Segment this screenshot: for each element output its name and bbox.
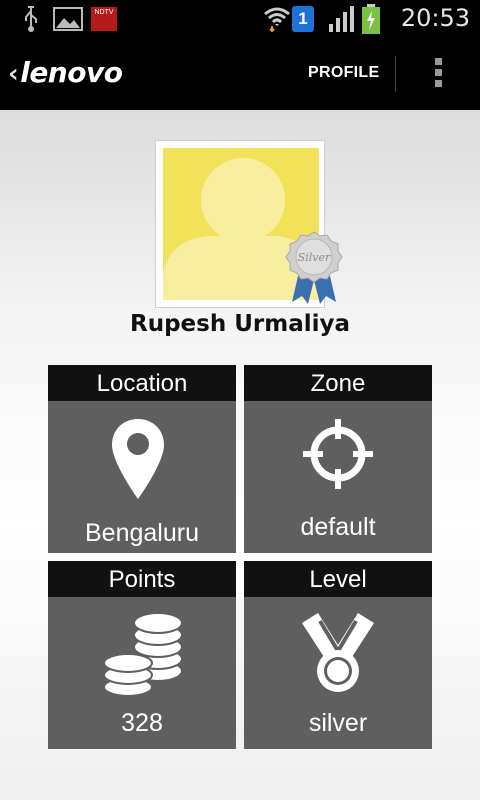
medal-icon xyxy=(302,613,374,692)
points-tile-value: 328 xyxy=(121,709,163,737)
points-tile-header: Points xyxy=(48,561,236,597)
location-tile-value: Bengaluru xyxy=(85,519,199,547)
action-bar: ‹lenovo PROFILE xyxy=(0,38,480,112)
app-home-button[interactable]: ‹lenovo xyxy=(8,56,123,89)
action-bar-divider xyxy=(395,56,396,92)
status-time: 20:53 xyxy=(400,4,470,32)
sim-icon: 1 xyxy=(292,6,314,32)
level-tile-header: Level xyxy=(244,561,432,597)
silver-badge-icon: Silver xyxy=(285,231,343,304)
overflow-menu-icon[interactable] xyxy=(432,58,444,94)
ndtv-app-label: NDTV xyxy=(94,9,114,16)
app-logo: lenovo xyxy=(20,56,123,89)
wifi-icon xyxy=(264,7,290,32)
status-bar: NDTV 1 20:53 xyxy=(0,0,480,38)
points-tile[interactable]: Points 328 xyxy=(48,561,236,749)
crosshair-icon xyxy=(303,419,373,489)
map-pin-icon xyxy=(112,419,164,499)
location-tile[interactable]: Location Bengaluru xyxy=(48,365,236,553)
location-tile-header: Location xyxy=(48,365,236,401)
page-title: PROFILE xyxy=(308,64,380,81)
coins-icon xyxy=(103,612,183,697)
ndtv-app-icon: NDTV xyxy=(91,7,117,31)
level-tile-value: silver xyxy=(308,709,368,737)
usb-icon xyxy=(25,6,37,32)
level-tile[interactable]: Level silver xyxy=(244,561,432,749)
zone-tile-value: default xyxy=(300,513,376,541)
badge-label: Silver xyxy=(298,251,331,264)
battery-icon xyxy=(362,4,380,34)
zone-tile[interactable]: Zone default xyxy=(244,365,432,553)
user-name: Rupesh Urmaliya xyxy=(129,311,350,337)
signal-icon xyxy=(329,6,354,32)
image-icon xyxy=(53,7,83,31)
back-chevron-icon: ‹ xyxy=(8,59,19,89)
zone-tile-header: Zone xyxy=(244,365,432,401)
sim-slot-number: 1 xyxy=(298,9,308,28)
